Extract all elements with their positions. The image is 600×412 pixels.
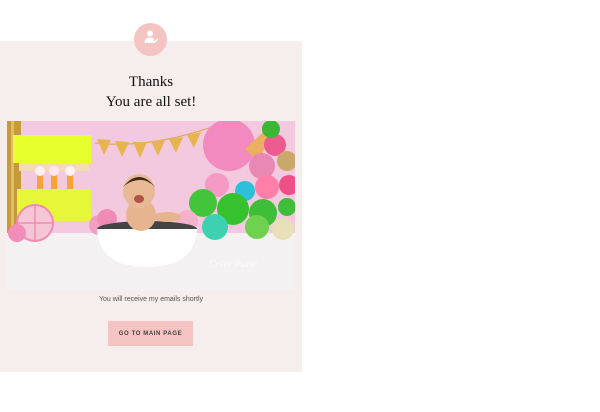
photo-watermark: Color Pulse bbox=[209, 259, 258, 270]
all-set-heading: You are all set! bbox=[105, 94, 197, 110]
go-to-main-page-button[interactable]: GO TO MAIN PAGE bbox=[108, 321, 193, 346]
confirmation-note: You will receive my emails shortly bbox=[99, 296, 203, 303]
baby-photo: Color Pulse bbox=[7, 121, 295, 290]
thanks-heading: Thanks bbox=[128, 74, 174, 90]
user-check-badge bbox=[134, 23, 167, 56]
user-check-icon bbox=[143, 29, 159, 50]
